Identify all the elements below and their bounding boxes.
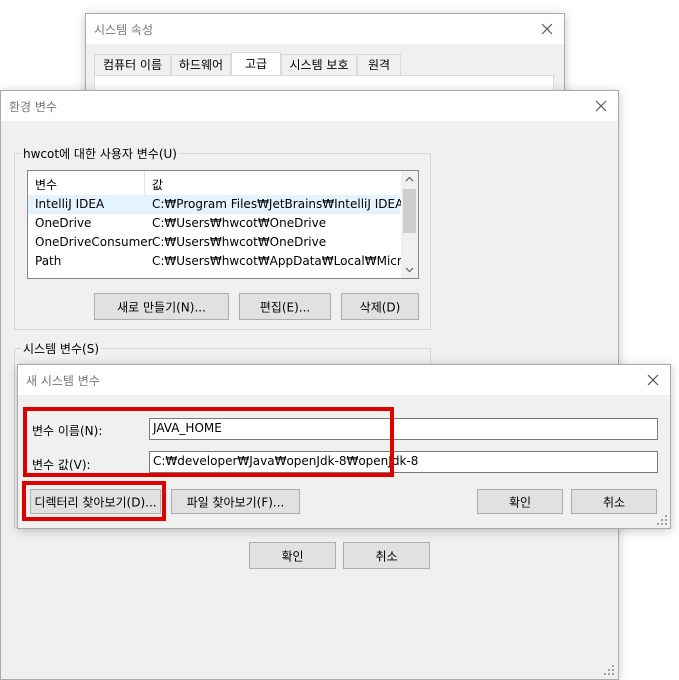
close-icon[interactable] <box>642 369 664 391</box>
user-variables-group: hwcot에 대한 사용자 변수(U) 변수 값 IntelliJ IDEA C… <box>14 145 431 330</box>
table-row[interactable]: Path C:₩Users₩hwcot₩AppData₩Local₩Micros… <box>28 252 418 271</box>
new-user-variable-button[interactable]: 새로 만들기(N)... <box>94 293 229 320</box>
user-variables-list[interactable]: 변수 값 IntelliJ IDEA C:₩Program Files₩JetB… <box>27 170 419 279</box>
table-row[interactable]: OneDrive C:₩Users₩hwcot₩OneDrive <box>28 214 400 233</box>
system-properties-titlebar: 시스템 속성 <box>86 14 564 44</box>
new-var-ok-button[interactable]: 확인 <box>477 489 563 514</box>
browse-file-button[interactable]: 파일 찾아보기(F)... <box>171 489 300 514</box>
env-vars-title: 환경 변수 <box>9 100 57 114</box>
env-ok-button[interactable]: 확인 <box>249 542 336 569</box>
list-header: 변수 값 <box>28 171 400 195</box>
new-var-title: 새 시스템 변수 <box>26 374 100 388</box>
column-header-value[interactable]: 값 <box>152 176 163 193</box>
edit-user-variable-button[interactable]: 편집(E)... <box>239 293 331 320</box>
highlight-box-name-value <box>23 407 394 477</box>
new-var-cancel-button[interactable]: 취소 <box>571 489 657 514</box>
tab-hardware[interactable]: 하드웨어 <box>171 54 231 75</box>
env-vars-titlebar: 환경 변수 <box>1 91 618 121</box>
column-header-variable[interactable]: 변수 <box>35 176 57 193</box>
system-variables-label: 시스템 변수(S) <box>21 340 101 357</box>
scrollbar-thumb[interactable] <box>403 189 416 233</box>
tab-system-protection[interactable]: 시스템 보호 <box>281 54 357 75</box>
close-icon[interactable] <box>590 95 612 117</box>
env-cancel-button[interactable]: 취소 <box>343 542 430 569</box>
table-row[interactable]: OneDriveConsumer C:₩Users₩hwcot₩OneDrive <box>28 233 400 252</box>
tab-bar: 컴퓨터 이름 하드웨어 고급 시스템 보호 원격 <box>94 52 554 76</box>
close-icon[interactable] <box>536 18 558 40</box>
vertical-scrollbar[interactable] <box>401 171 418 278</box>
scroll-up-arrow-icon[interactable] <box>401 171 418 188</box>
tab-computer-name[interactable]: 컴퓨터 이름 <box>94 54 171 75</box>
tab-remote[interactable]: 원격 <box>357 54 401 75</box>
delete-user-variable-button[interactable]: 삭제(D) <box>341 293 419 320</box>
new-var-titlebar: 새 시스템 변수 <box>18 365 670 395</box>
highlight-box-browse-directory <box>22 481 166 521</box>
tab-advanced[interactable]: 고급 <box>231 52 281 76</box>
user-variables-label: hwcot에 대한 사용자 변수(U) <box>21 145 179 162</box>
column-divider <box>144 171 145 195</box>
system-properties-title: 시스템 속성 <box>94 23 154 37</box>
resize-grip-icon[interactable] <box>656 514 668 526</box>
table-row[interactable]: IntelliJ IDEA C:₩Program Files₩JetBrains… <box>28 195 418 214</box>
scroll-down-arrow-icon[interactable] <box>401 261 418 278</box>
resize-grip-icon[interactable] <box>603 664 615 676</box>
